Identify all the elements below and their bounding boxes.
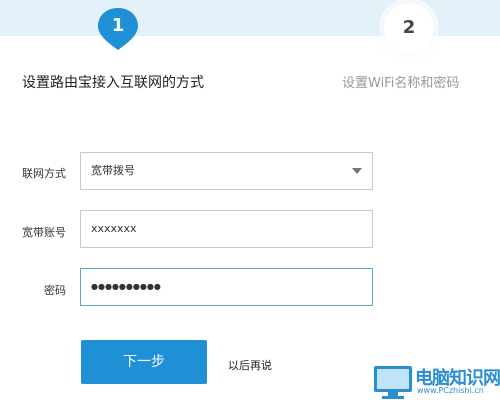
step-2-number: 2 bbox=[402, 17, 416, 38]
next-step-button[interactable]: 下一步 bbox=[81, 340, 207, 384]
password-value: ●●●●●●●●●● bbox=[91, 282, 161, 291]
step-2-label: 设置WiFi名称和密码 bbox=[342, 76, 460, 91]
connection-type-select[interactable]: 宽带拨号 bbox=[80, 152, 373, 190]
account-label: 宽带账号 bbox=[22, 226, 66, 239]
account-value: xxxxxxx bbox=[91, 222, 137, 235]
chevron-down-icon bbox=[352, 168, 362, 174]
step-1-label: 设置路由宝接入互联网的方式 bbox=[22, 75, 204, 91]
password-label: 密码 bbox=[44, 284, 66, 297]
password-input[interactable]: ●●●●●●●●●● bbox=[80, 268, 373, 306]
connection-type-value: 宽带拨号 bbox=[91, 164, 135, 177]
step-1-number: 1 bbox=[111, 15, 125, 36]
later-link[interactable]: 以后再说 bbox=[228, 357, 272, 373]
watermark-url: www.PCzhishi.cn bbox=[417, 386, 484, 395]
connection-type-label: 联网方式 bbox=[22, 167, 66, 180]
account-input[interactable]: xxxxxxx bbox=[80, 210, 373, 248]
